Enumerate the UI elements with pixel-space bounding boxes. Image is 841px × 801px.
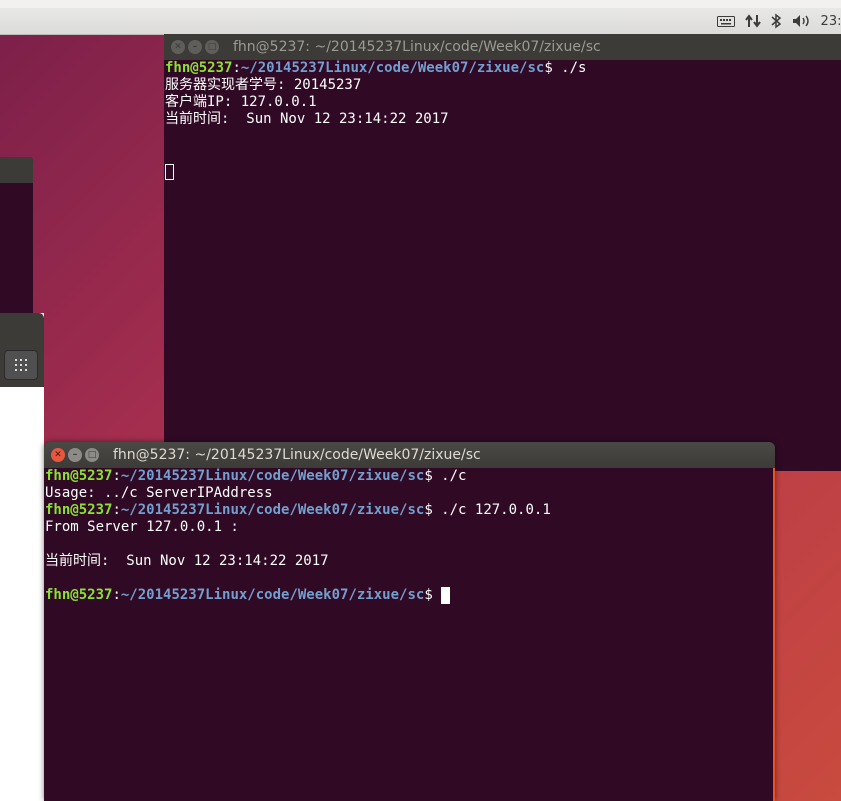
keyboard-icon[interactable] [717, 8, 735, 34]
volume-icon[interactable] [791, 8, 811, 34]
maximize-icon[interactable]: □ [205, 40, 219, 54]
client-terminal-output[interactable]: fhn@5237:~/20145237Linux/code/Week07/zix… [44, 468, 775, 604]
output-line: 当前时间: Sun Nov 12 23:14:22 2017 [45, 553, 329, 569]
terminal-cursor [441, 587, 451, 604]
server-terminal-output[interactable]: fhn@5237:~/20145237Linux/code/Week07/zix… [164, 60, 841, 183]
close-icon[interactable]: ✕ [51, 448, 65, 462]
output-line: Usage: ../c ServerIPAddress [45, 485, 273, 501]
prompt-line: fhn@5237:~/20145237Linux/code/Week07/zix… [45, 502, 551, 518]
background-window-2[interactable] [0, 313, 44, 801]
indicator-area: 23: [717, 8, 841, 34]
server-terminal-window[interactable]: ✕ – □ fhn@5237: ~/20145237Linux/code/Wee… [164, 34, 841, 471]
window-title: fhn@5237: ~/20145237Linux/code/Week07/zi… [113, 447, 481, 463]
output-line: 当前时间: Sun Nov 12 23:14:22 2017 [165, 111, 449, 127]
window-edge [773, 468, 775, 801]
network-arrows-icon[interactable] [745, 8, 761, 34]
client-terminal-window[interactable]: ✕ – □ fhn@5237: ~/20145237Linux/code/Wee… [44, 442, 775, 801]
background-window[interactable] [0, 157, 33, 327]
maximize-icon[interactable]: □ [85, 448, 99, 462]
top-panel: 23: [0, 8, 841, 35]
terminal-cursor [165, 164, 174, 180]
output-line: 服务器实现者学号: 20145237 [165, 77, 362, 93]
bluetooth-icon[interactable] [771, 8, 781, 34]
prompt-line: fhn@5237:~/20145237Linux/code/Week07/zix… [165, 60, 587, 76]
prompt-line: fhn@5237:~/20145237Linux/code/Week07/zix… [45, 587, 775, 604]
prompt-line: fhn@5237:~/20145237Linux/code/Week07/zix… [45, 468, 467, 484]
window-title: fhn@5237: ~/20145237Linux/code/Week07/zi… [233, 39, 601, 55]
clock[interactable]: 23: [821, 8, 841, 34]
output-line: From Server 127.0.0.1 : [45, 519, 239, 535]
top-strip [0, 0, 841, 8]
close-icon[interactable]: ✕ [171, 40, 185, 54]
background-window-2-header [0, 313, 44, 387]
minimize-icon[interactable]: – [188, 40, 202, 54]
app-grid-icon[interactable] [4, 350, 38, 380]
output-line: 客户端IP: 127.0.0.1 [165, 94, 317, 110]
server-terminal-titlebar[interactable]: ✕ – □ fhn@5237: ~/20145237Linux/code/Wee… [164, 34, 841, 60]
background-window-titlebar[interactable] [0, 157, 33, 183]
client-terminal-titlebar[interactable]: ✕ – □ fhn@5237: ~/20145237Linux/code/Wee… [44, 442, 775, 468]
minimize-icon[interactable]: – [68, 448, 82, 462]
